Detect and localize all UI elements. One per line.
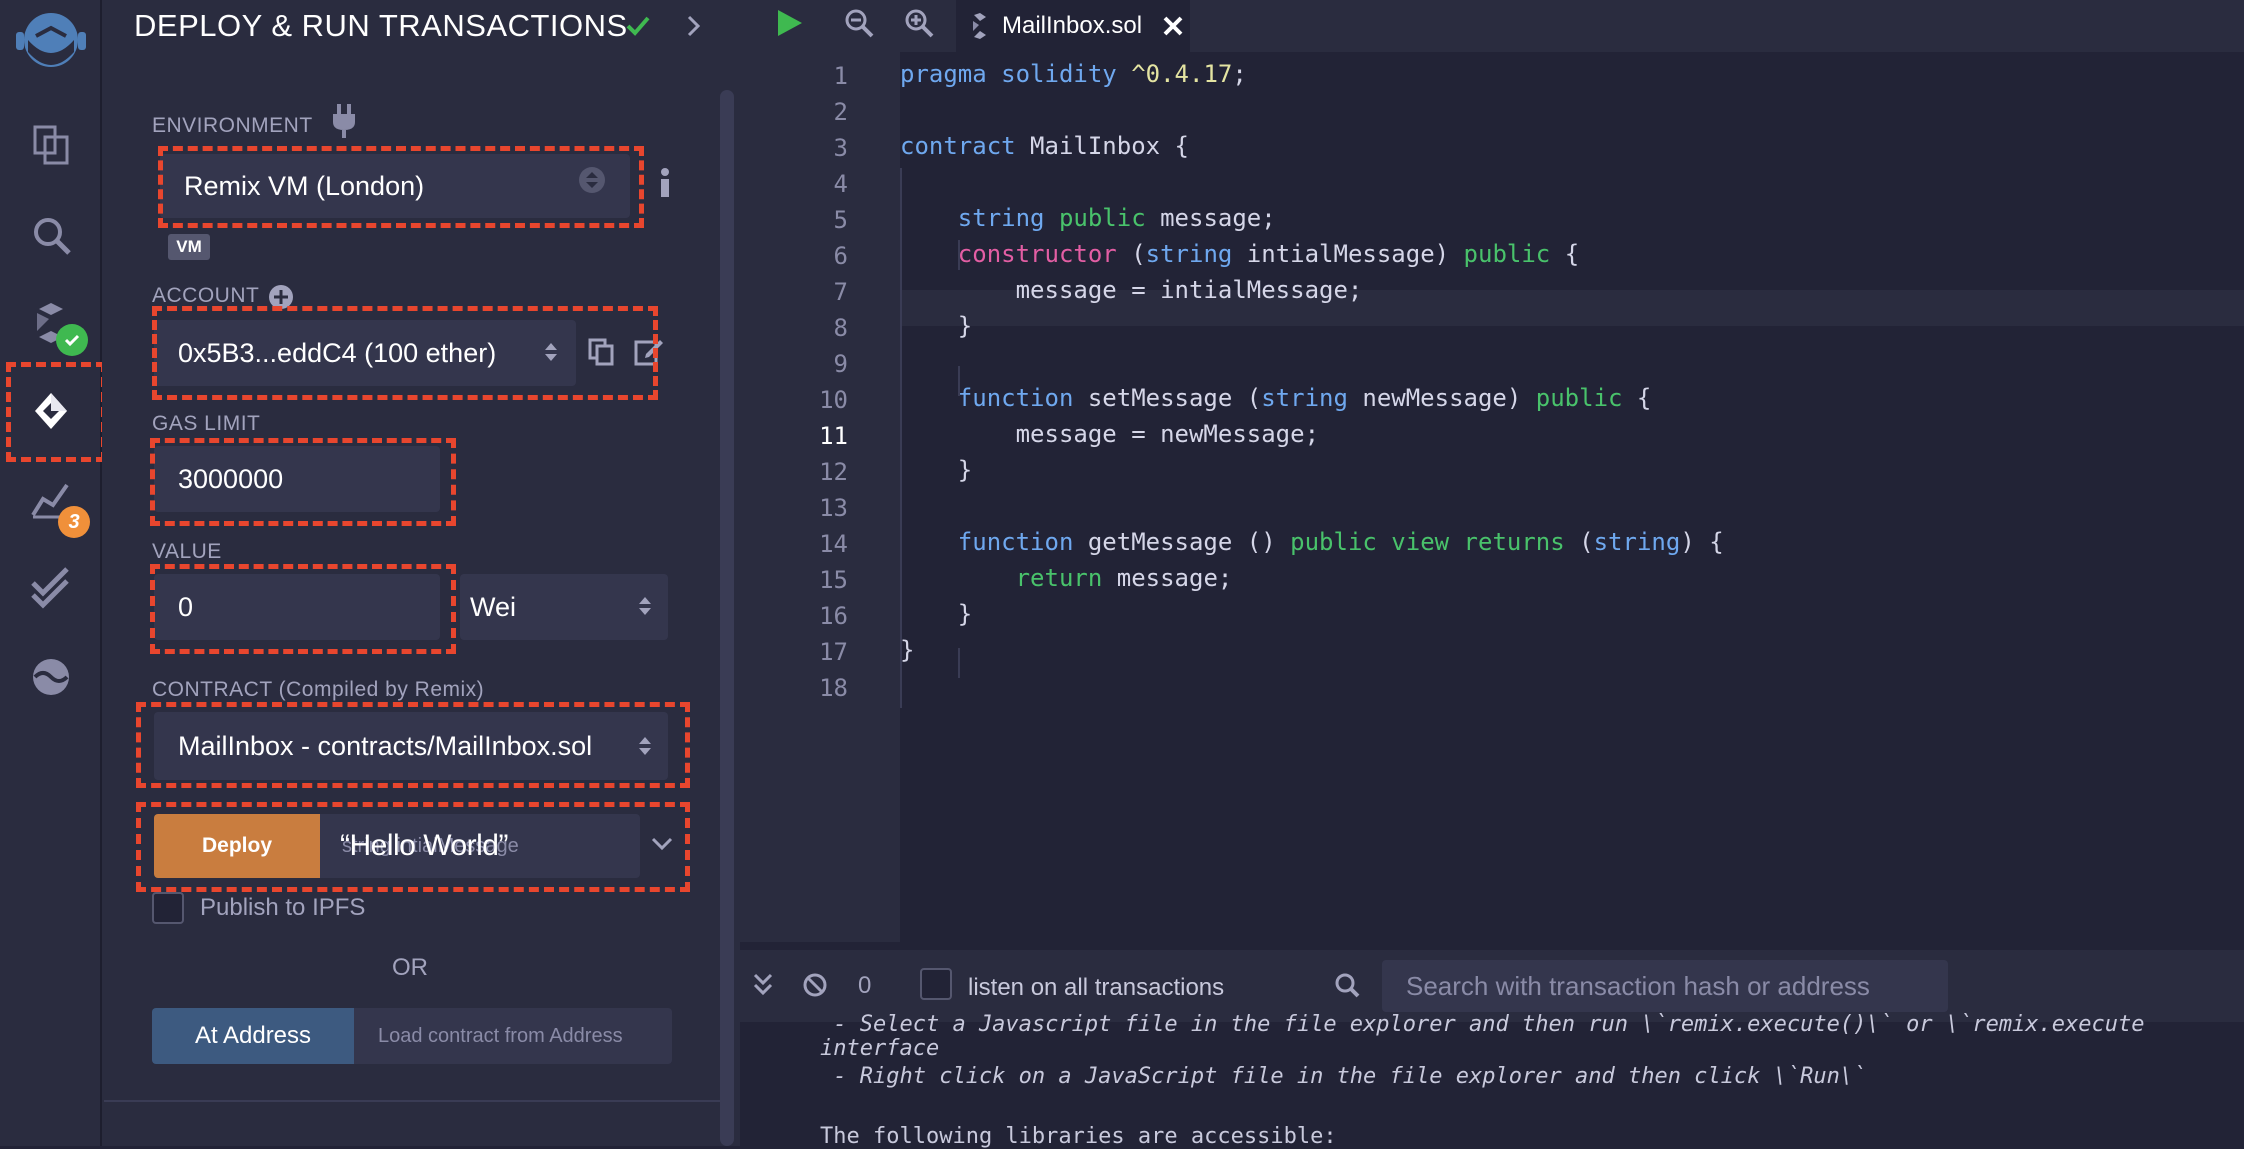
line-number: 7 <box>833 278 848 306</box>
deploy-highlight <box>136 802 690 892</box>
info-icon[interactable] <box>658 168 672 198</box>
line-number: 11 <box>819 422 848 450</box>
plugin-icon[interactable] <box>24 650 78 704</box>
account-label: ACCOUNT <box>152 284 260 307</box>
search-icon[interactable] <box>24 208 78 262</box>
remix-logo-icon[interactable] <box>8 6 94 82</box>
load-address-placeholder: Load contract from Address <box>378 1024 623 1047</box>
code-line: function getMessage () public view retur… <box>957 528 1724 556</box>
run-icon[interactable] <box>774 8 804 38</box>
solidity-file-icon <box>973 13 986 39</box>
load-address-input[interactable]: Load contract from Address <box>354 1008 672 1064</box>
deploy-icon-highlight <box>6 362 106 462</box>
vm-badge: VM <box>168 234 210 260</box>
line-number: 9 <box>833 350 848 378</box>
line-number: 15 <box>819 566 848 594</box>
code-line: string public message; <box>957 204 1276 232</box>
code-line: message = newMessage; <box>900 420 1320 448</box>
code-line: constructor (string intialMessage) publi… <box>900 240 1580 268</box>
line-number: 8 <box>833 314 848 342</box>
publish-label: Publish to IPFS <box>200 894 366 921</box>
compiler-success-icon <box>56 324 88 356</box>
indent-guide <box>958 648 960 678</box>
value-label: VALUE <box>152 540 222 563</box>
search-icon <box>1335 973 1360 998</box>
gas-limit-highlight <box>150 438 456 526</box>
at-address-button[interactable]: At Address <box>152 1008 354 1064</box>
chevron-right-icon[interactable] <box>684 14 704 38</box>
line-number: 17 <box>819 638 848 666</box>
value-unit-select[interactable]: Wei <box>460 574 668 640</box>
code-line: } <box>900 456 973 484</box>
zoom-out-icon[interactable] <box>844 8 874 38</box>
contract-highlight <box>136 702 690 788</box>
line-number: 18 <box>819 674 848 702</box>
tab-mailinbox[interactable]: MailInbox.sol <box>956 0 1190 52</box>
line-gutter: 1 2 3 4 5 6 7 8 9 10 11 12 13 14 15 16 17 18 <box>740 52 900 942</box>
line-number: 1 <box>833 62 848 90</box>
analysis-badge: 3 <box>58 506 90 538</box>
line-number: 10 <box>819 386 848 414</box>
gas-limit-label: GAS LIMIT <box>152 412 261 435</box>
code-line: function setMessage (string newMessage) … <box>957 384 1652 412</box>
panel-check-icon <box>626 16 650 36</box>
line-number: 6 <box>833 242 848 270</box>
terminal-line: - Select a Javascript file in the file e… <box>820 1012 2145 1037</box>
panel-title: DEPLOY & RUN TRANSACTIONS <box>134 8 628 43</box>
deploy-panel: DEPLOY & RUN TRANSACTIONS ENVIRONMENT Re… <box>102 0 740 1146</box>
pending-count: 0 <box>858 972 872 999</box>
panel-divider <box>104 1100 720 1102</box>
code-line: } <box>900 600 973 628</box>
line-number: 3 <box>833 134 848 162</box>
unit-stepper-icon <box>639 597 651 615</box>
code-line: } <box>900 636 915 664</box>
code-line: contract MailInbox { <box>900 132 1189 160</box>
transaction-search-input[interactable]: Search with transaction hash or address <box>1382 960 1948 1012</box>
listen-label: listen on all transactions <box>968 974 1225 1001</box>
line-number: 5 <box>833 206 848 234</box>
code-line: return message; <box>1015 564 1233 592</box>
value-unit: Wei <box>470 591 517 622</box>
publish-checkbox[interactable] <box>152 892 184 924</box>
terminal-line: interface <box>820 1036 940 1061</box>
terminal-output: - Select a Javascript file in the file e… <box>740 1012 2244 1149</box>
zoom-in-icon[interactable] <box>904 8 934 38</box>
line-number: 16 <box>819 602 848 630</box>
contract-label: CONTRACT (Compiled by Remix) <box>152 678 485 701</box>
tab-label: MailInbox.sol <box>1002 12 1143 39</box>
line-number: 4 <box>833 170 848 198</box>
line-number: 14 <box>819 530 848 558</box>
listen-checkbox[interactable] <box>920 968 952 1000</box>
clear-terminal-icon[interactable] <box>802 972 828 998</box>
environment-highlight <box>158 146 644 228</box>
editor-toolbar: MailInbox.sol <box>740 0 2244 52</box>
value-highlight <box>150 564 456 654</box>
icon-rail: 3 <box>0 0 106 1146</box>
terminal-line: - Right click on a JavaScript file in th… <box>820 1064 1867 1089</box>
panel-scrollbar[interactable] <box>720 90 734 1146</box>
line-number: 13 <box>819 494 848 522</box>
terminal-line: The following libraries are accessible: <box>820 1124 1337 1149</box>
line-number: 12 <box>819 458 848 486</box>
environment-label: ENVIRONMENT <box>152 114 313 137</box>
plug-icon <box>333 104 355 138</box>
tests-icon[interactable] <box>24 560 78 614</box>
code-line: message = intialMessage; <box>900 276 1363 304</box>
code-editor[interactable]: pragma solidity ^0.4.17; contract MailIn… <box>900 52 2244 942</box>
account-highlight <box>152 306 658 400</box>
or-label: OR <box>392 954 428 981</box>
transaction-search-placeholder: Search with transaction hash or address <box>1406 970 1870 1001</box>
collapse-terminal-icon[interactable] <box>752 972 774 998</box>
code-line: pragma solidity ^0.4.17; <box>900 60 1247 88</box>
close-icon[interactable] <box>1162 15 1184 37</box>
code-line: } <box>900 312 973 340</box>
line-number: 2 <box>833 98 848 126</box>
file-explorer-icon[interactable] <box>24 118 78 172</box>
